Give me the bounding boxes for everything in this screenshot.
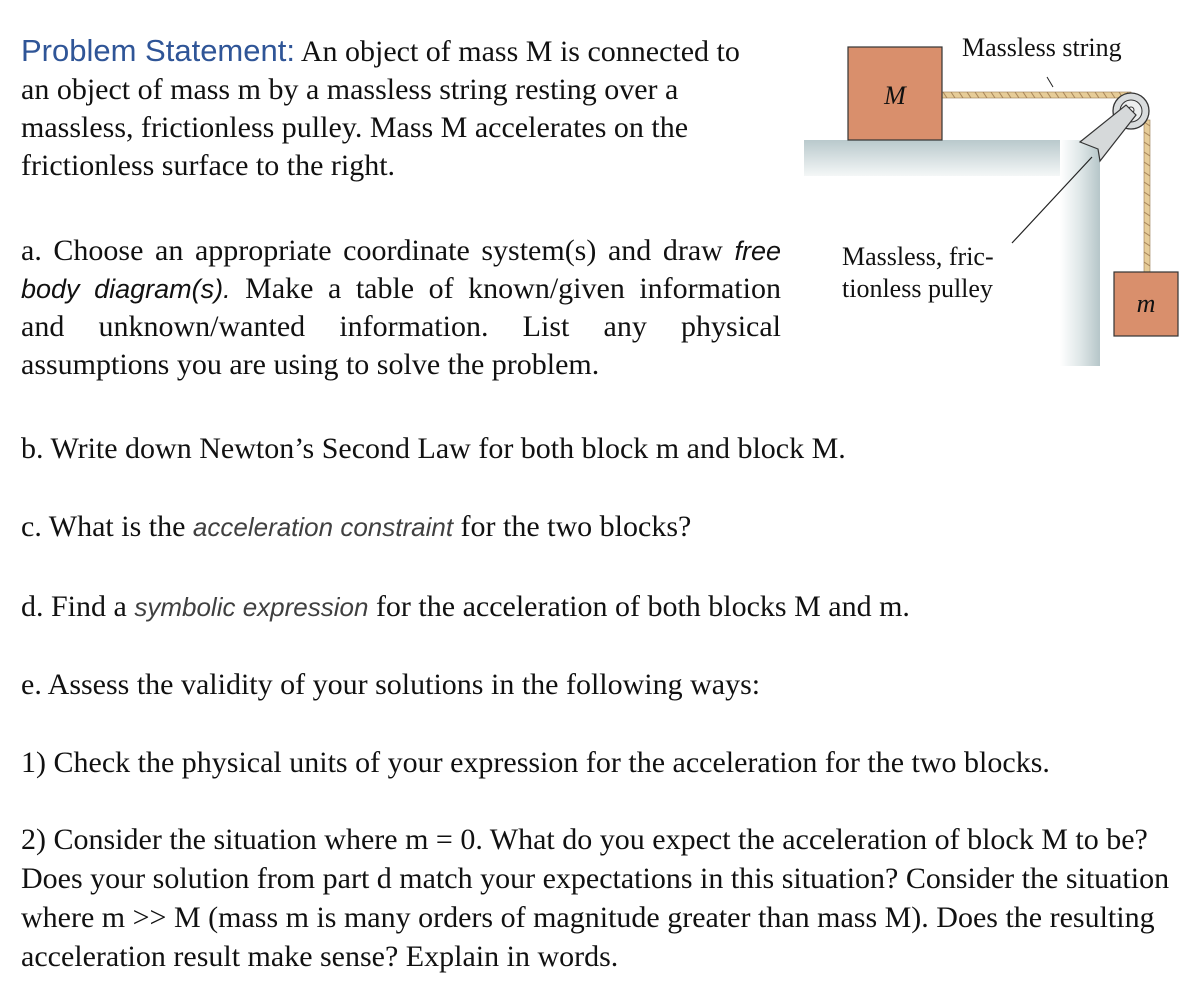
part-a-prefix: a. Choose an appropriate coordinate syst… <box>21 234 735 267</box>
problem-heading: Problem Statement: <box>21 33 295 68</box>
atwood-pulley-diagram: M m Massless string Massless, fric- tion… <box>804 33 1179 366</box>
part-e-item-2-text: 2) Consider the situation where m = 0. W… <box>21 823 1170 973</box>
part-c-prefix: c. What is the <box>21 510 193 543</box>
part-c-emphasis: acceleration constraint <box>192 512 454 542</box>
part-d: d. Find a symbolic expression for the ac… <box>21 588 1021 626</box>
part-d-emphasis: symbolic expression <box>134 592 369 622</box>
block-small-label: m <box>1137 289 1156 318</box>
part-a: a. Choose an appropriate coordinate syst… <box>21 232 781 384</box>
part-e: e. Assess the validity of your solutions… <box>21 666 1121 704</box>
block-big-label: M <box>883 81 907 110</box>
part-d-prefix: d. Find a <box>21 590 135 623</box>
part-e-text: e. Assess the validity of your solutions… <box>21 668 761 701</box>
rope-vertical <box>1143 119 1151 273</box>
part-b: b. Write down Newton’s Second Law for bo… <box>21 430 1021 468</box>
string-pointer-line <box>1046 76 1054 88</box>
part-c: c. What is the acceleration constraint f… <box>21 508 1021 546</box>
part-e-item-1-text: 1) Check the physical units of your expr… <box>21 746 1050 779</box>
rope-horizontal <box>940 91 1132 99</box>
part-d-suffix: for the acceleration of both blocks M an… <box>368 590 910 623</box>
string-label: Massless string <box>962 33 1122 62</box>
part-c-suffix: for the two blocks? <box>453 510 692 543</box>
part-e-item-1: 1) Check the physical units of your expr… <box>21 744 1191 782</box>
part-e-item-2: 2) Consider the situation where m = 0. W… <box>21 820 1191 976</box>
pulley-label-line1: Massless, fric- <box>842 242 994 271</box>
table-top-surface <box>804 140 1100 176</box>
part-b-text: b. Write down Newton’s Second Law for bo… <box>21 432 846 465</box>
pulley-label-line2: tionless pulley <box>842 274 993 303</box>
table-side-surface <box>1060 140 1100 366</box>
problem-statement: Problem Statement: An object of mass M i… <box>21 32 761 185</box>
